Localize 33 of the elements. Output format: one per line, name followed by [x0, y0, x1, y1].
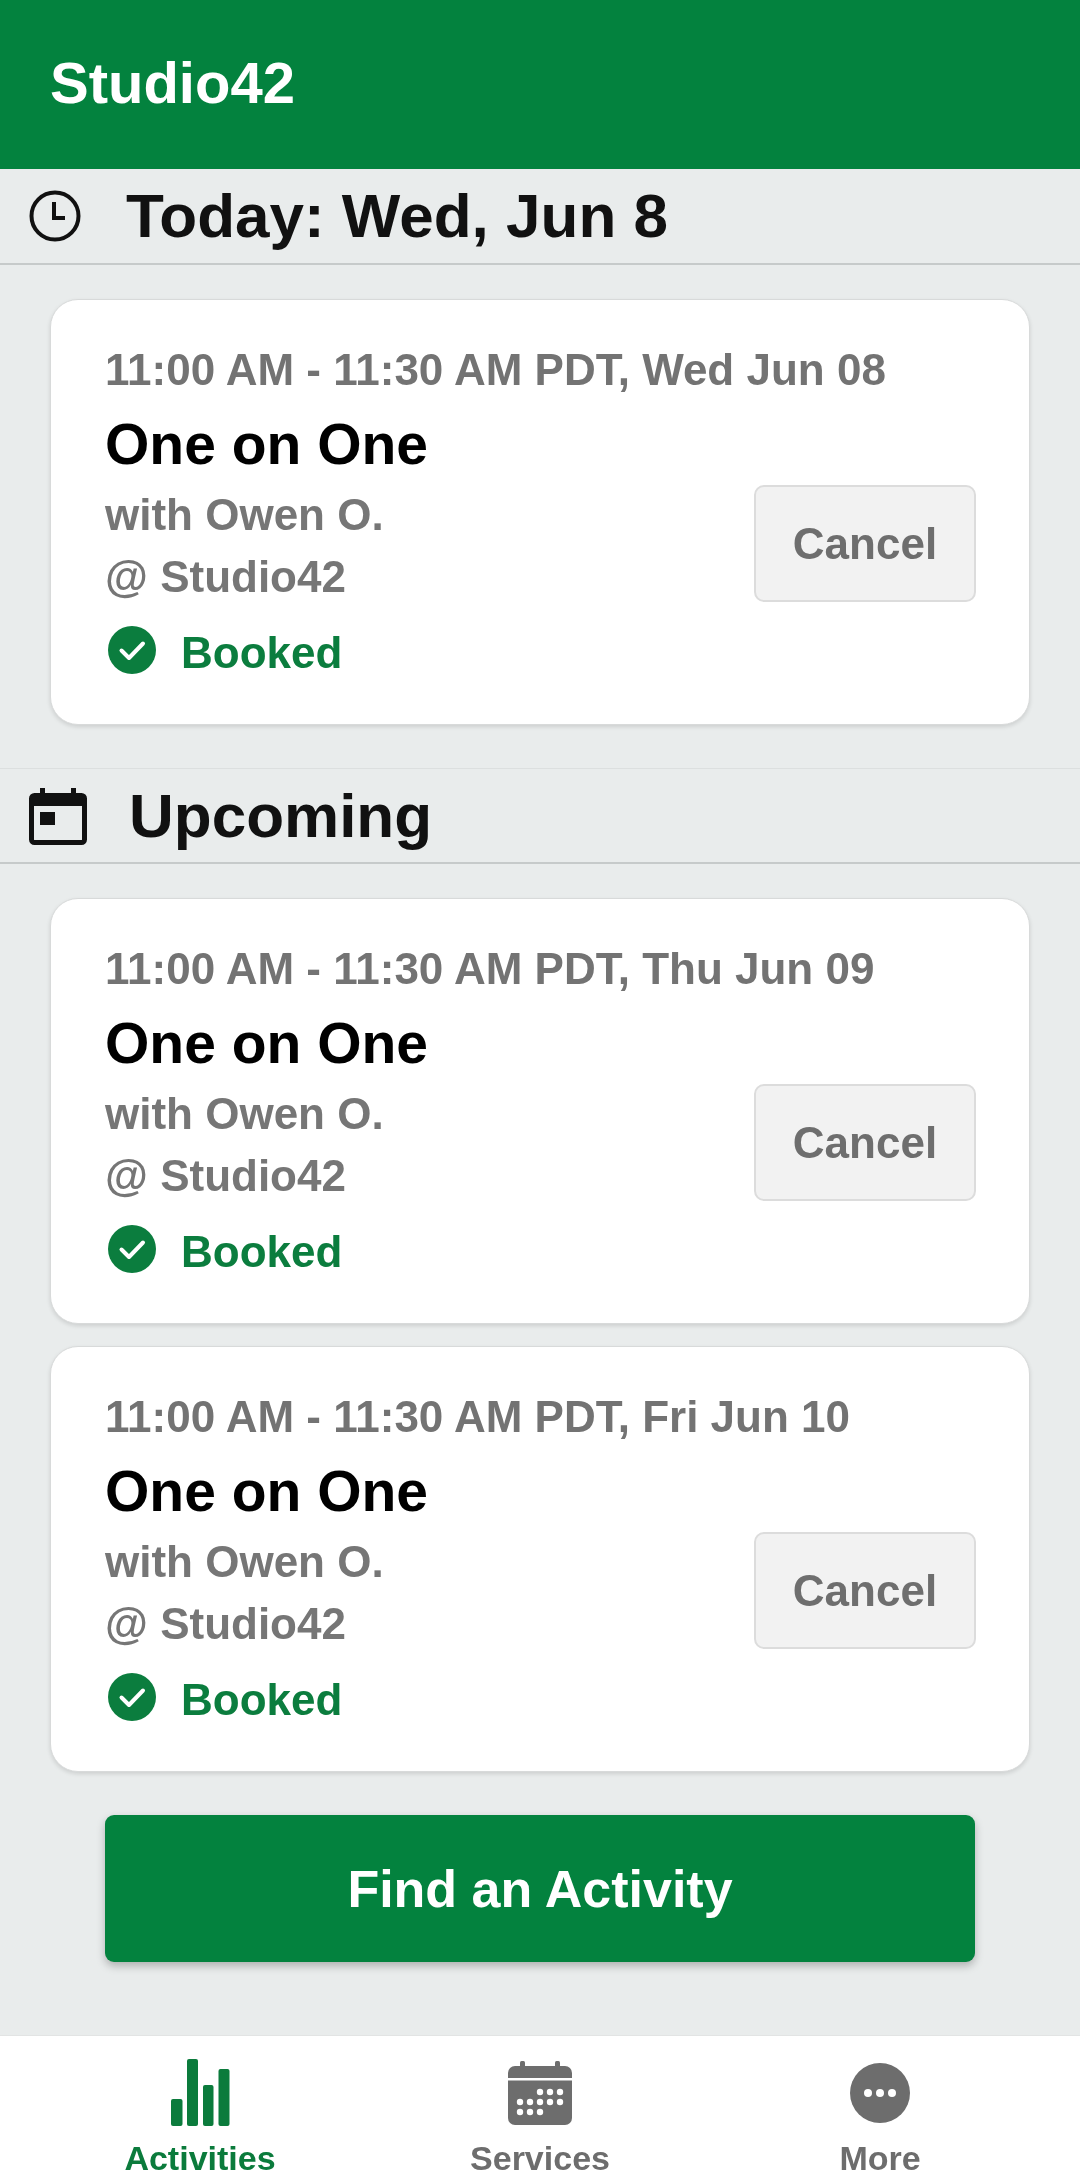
location-name: @ Studio42 — [105, 1150, 346, 1202]
bar-chart-icon — [170, 2059, 230, 2126]
booking-time: 11:00 AM - 11:30 AM PDT, Wed Jun 08 — [105, 344, 886, 396]
location-name: @ Studio42 — [105, 551, 346, 603]
check-circle-icon — [108, 1673, 156, 1721]
clock-icon — [29, 190, 81, 242]
find-activity-button[interactable]: Find an Activity — [105, 1815, 975, 1962]
more-options-icon — [850, 2062, 910, 2123]
class-title: One on One — [105, 1010, 429, 1077]
instructor-name: with Owen O. — [105, 1536, 384, 1588]
section-title: Upcoming — [129, 779, 433, 852]
status-label: Booked — [181, 1674, 343, 1726]
nav-tab[interactable]: Services — [370, 2036, 710, 2182]
instructor-name: with Owen O. — [105, 1088, 384, 1140]
check-circle-icon — [108, 1225, 156, 1273]
calendar-icon — [29, 786, 87, 845]
cancel-button[interactable]: Cancel — [754, 1532, 976, 1649]
cancel-button[interactable]: Cancel — [754, 485, 976, 602]
cancel-button[interactable]: Cancel — [754, 1084, 976, 1201]
nav-tab[interactable]: Activities — [30, 2036, 370, 2182]
section-title: Today: Wed, Jun 8 — [126, 180, 668, 252]
location-name: @ Studio42 — [105, 1598, 346, 1650]
class-title: One on One — [105, 1458, 429, 1525]
class-title: One on One — [105, 411, 429, 478]
booking-time: 11:00 AM - 11:30 AM PDT, Fri Jun 10 — [105, 1391, 850, 1443]
app-title: Studio42 — [50, 48, 295, 117]
status-label: Booked — [181, 1226, 343, 1278]
check-circle-icon — [108, 626, 156, 674]
status-label: Booked — [181, 627, 343, 679]
calendar-icon — [508, 2060, 572, 2125]
instructor-name: with Owen O. — [105, 489, 384, 541]
nav-tab[interactable]: More — [710, 2036, 1050, 2182]
booking-time: 11:00 AM - 11:30 AM PDT, Thu Jun 09 — [105, 943, 875, 995]
